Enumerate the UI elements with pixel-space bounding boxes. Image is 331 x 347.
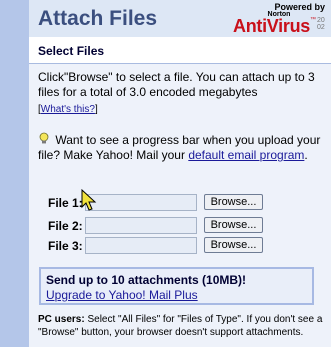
left-sidebar-strip [0,0,29,347]
file-1-input[interactable] [85,194,197,211]
antivirus-brand-text: AntiVirus [233,16,310,36]
default-email-program-link[interactable]: default email program [188,148,304,162]
mouse-pointer-icon [81,189,97,211]
norton-antivirus-logo[interactable]: Powered by Norton AntiVirus ™ 2002 [233,3,325,37]
file-2-input[interactable] [85,217,197,234]
pc-users-label: PC users: [38,314,85,325]
file-3-browse-button[interactable]: Browse... [204,237,263,253]
file-2-label: File 2: [48,219,83,233]
intro-description: Click"Browse" to select a file. You can … [38,70,315,99]
lightbulb-icon [39,132,49,144]
file-2-browse-button[interactable]: Browse... [204,217,263,233]
file-3-label: File 3: [48,239,83,253]
section-title: Select Files [38,44,105,58]
file-row-2: File 2: Browse... [38,217,328,235]
bracket-close: ] [94,104,98,115]
whats-this-wrapper: [What's this?] [38,102,98,117]
section-header: Select Files [29,37,331,64]
file-1-browse-button[interactable]: Browse... [204,194,263,210]
page-header: Attach Files Powered by Norton AntiVirus… [29,0,331,37]
page-title: Attach Files [38,7,158,30]
whats-this-link[interactable]: What's this? [41,104,95,115]
trademark-icon: ™ [310,17,316,23]
period-text: . [304,148,308,162]
pc-users-note: PC users: Select "All Files" for "Files … [38,313,328,339]
intro-text: Click"Browse" to select a file. You can … [38,70,328,117]
upsell-headline: Send up to 10 attachments (10MB)! [46,273,247,287]
file-1-label: File 1: [48,196,83,210]
sponsor-year: 2002 [317,17,325,31]
attach-form: Click"Browse" to select a file. You can … [29,64,331,347]
upgrade-promo-box: Send up to 10 attachments (10MB)! Upgrad… [39,267,314,305]
file-3-input[interactable] [85,237,197,254]
upgrade-mail-plus-link[interactable]: Upgrade to Yahoo! Mail Plus [46,288,198,302]
file-row-3: File 3: Browse... [38,237,328,255]
progress-bar-tip: Want to see a progress bar when you uplo… [38,132,328,163]
